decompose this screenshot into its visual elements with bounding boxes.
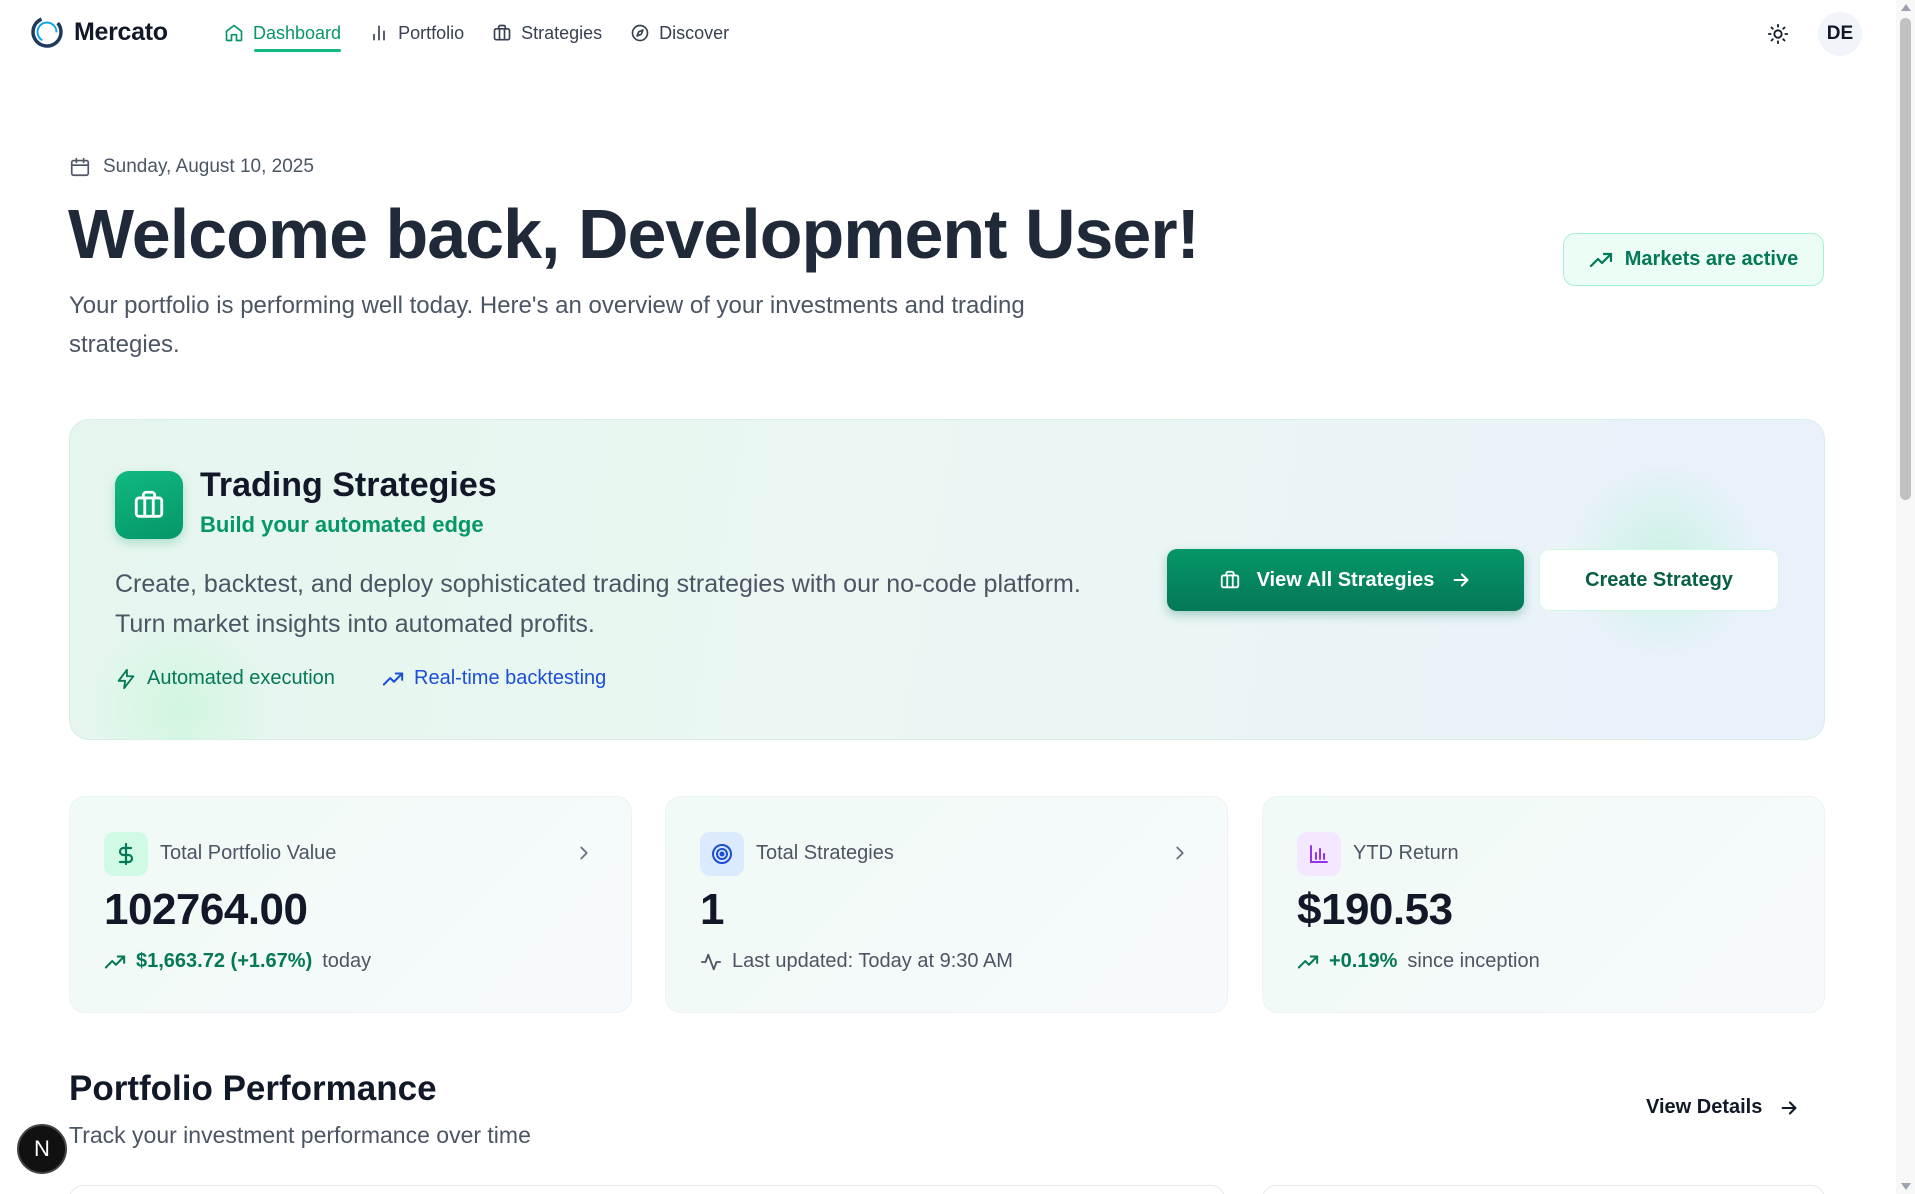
feature-realtime-backtesting: Real-time backtesting [382,667,606,690]
performance-title: Portfolio Performance [69,1069,437,1108]
stat-value: 1 [700,885,724,934]
nav-item-label: Portfolio [398,22,465,43]
trending-up-icon [382,671,404,686]
stat-value: $190.53 [1297,885,1453,934]
stat-change: $1,663.72 (+1.67%) today [104,950,371,973]
brand-name: Mercato [74,17,168,46]
nextjs-dev-badge[interactable]: N [17,1124,67,1174]
chevron-right-icon [580,846,588,860]
market-status-label: Markets are active [1624,248,1799,270]
stat-card-total-strategies[interactable]: Total Strategies 1 Last updated: Today a… [665,796,1228,1013]
create-strategy-button[interactable]: Create Strategy [1539,549,1779,611]
scrollbar-thumb[interactable] [1900,18,1911,500]
bar-chart-icon [373,25,385,41]
nav-item-discover[interactable]: Discover [630,0,729,66]
top-navigation: Mercato Dashboard Portfolio Strategies D… [0,0,1896,66]
stat-change-suffix: since inception [1407,950,1540,972]
theme-toggle-button[interactable] [1762,18,1794,50]
stat-icon-tile [1297,832,1341,876]
performance-chart-panel [69,1185,1225,1194]
scroll-down-arrow-icon[interactable] [1901,1183,1911,1190]
bar-chart-icon [1310,845,1328,863]
chevron-right-icon [1176,846,1184,860]
view-details-link[interactable]: View Details [1646,1096,1800,1119]
stat-label: Total Strategies [756,842,894,864]
banner-title: Trading Strategies [200,466,497,504]
page-scrollbar[interactable] [1896,0,1915,1194]
welcome-subtitle: Your portfolio is performing well today.… [69,292,1025,358]
lightning-icon [117,668,135,689]
stat-icon-tile [104,832,148,876]
stat-label: YTD Return [1353,842,1459,864]
main-nav: Dashboard Portfolio Strategies Discover [224,0,729,66]
arrow-right-icon [1781,1100,1797,1115]
stat-value: 102764.00 [104,885,308,934]
current-date: Sunday, August 10, 2025 [103,156,314,177]
nav-item-label: Dashboard [253,22,342,43]
stat-card-portfolio-value[interactable]: Total Portfolio Value 102764.00 $1,663.7… [69,796,632,1013]
view-details-label: View Details [1646,1096,1763,1118]
date-display: Sunday, August 10, 2025 [69,156,314,178]
target-icon [712,844,732,864]
scroll-up-arrow-icon[interactable] [1901,4,1911,11]
performance-side-panel [1262,1185,1825,1194]
stat-card-ytd-return[interactable]: YTD Return $190.53 +0.19% since inceptio… [1262,796,1825,1013]
calendar-icon [70,157,90,177]
stat-change-value: $1,663.72 (+1.67%) [136,950,313,972]
banner-subtitle: Build your automated edge [200,512,484,537]
welcome-heading: Welcome back, Development User! [68,195,1200,273]
nav-item-label: Discover [659,22,730,43]
view-all-strategies-button[interactable]: View All Strategies [1167,549,1524,611]
stat-change-value: +0.19% [1329,950,1398,972]
brand[interactable]: Mercato [30,15,168,49]
user-avatar[interactable]: DE [1818,12,1862,56]
banner-description: Create, backtest, and deploy sophisticat… [115,570,1081,638]
compass-icon [631,24,649,42]
banner-icon-tile [115,471,183,539]
briefcase-icon [493,24,511,41]
stat-last-updated: Last updated: Today at 9:30 AM [700,950,1013,973]
nav-item-label: Strategies [521,22,603,43]
dollar-icon [118,842,134,866]
nav-item-strategies[interactable]: Strategies [492,0,602,66]
nav-item-dashboard[interactable]: Dashboard [224,0,342,66]
arrow-right-icon [1453,573,1469,587]
stat-foot-text: Last updated: Today at 9:30 AM [732,950,1013,972]
activity-icon [700,953,722,970]
feature-automated-execution: Automated execution [115,667,335,690]
stat-change-suffix: today [322,950,372,972]
trending-up-icon [1297,954,1319,969]
stat-change: +0.19% since inception [1297,950,1540,973]
stat-icon-tile [700,832,744,876]
button-label: View All Strategies [1256,568,1435,591]
feature-label: Automated execution [147,667,335,689]
trending-up-icon [104,954,126,969]
market-status-badge: Markets are active [1563,233,1824,286]
briefcase-icon [134,490,164,518]
stat-label: Total Portfolio Value [160,842,337,864]
briefcase-icon [1220,570,1239,589]
home-icon [225,24,243,42]
nav-item-portfolio[interactable]: Portfolio [369,0,464,66]
feature-label: Real-time backtesting [414,667,607,689]
performance-subtitle: Track your investment performance over t… [69,1122,531,1148]
trending-up-icon [1589,252,1612,267]
sun-icon [1767,23,1789,45]
mercato-logo-icon [31,16,63,48]
strategies-banner: Trading Strategies Build your automated … [69,419,1825,740]
